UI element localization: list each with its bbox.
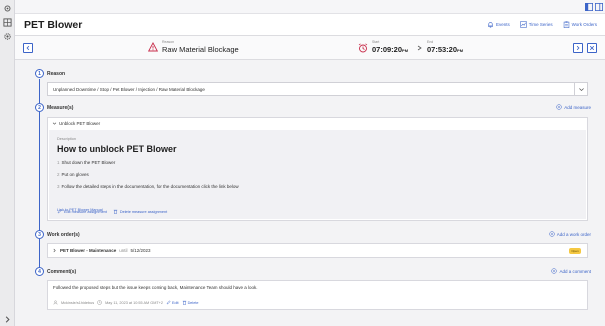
- add-comment-button[interactable]: Add a comment: [551, 268, 591, 274]
- measure-title: Unblock PET Blower: [59, 121, 101, 126]
- alarm-icon: [358, 42, 368, 53]
- description-caption: Description: [57, 137, 76, 141]
- pencil-icon: [166, 300, 171, 305]
- measure-toggle[interactable]: Unblock PET Blower: [52, 121, 100, 126]
- status-badge: Open: [569, 248, 581, 254]
- plus-circle-icon: [551, 268, 558, 274]
- event-strip: Reason Raw Material Blockage Start 07:09…: [15, 36, 605, 60]
- event-end: End 07:53:20PM: [417, 40, 463, 55]
- previous-button[interactable]: [23, 43, 33, 53]
- event-start: Start 07:09:20PM: [358, 40, 408, 55]
- gear-icon[interactable]: [3, 4, 12, 13]
- panel-icon[interactable]: [585, 3, 593, 11]
- events-link[interactable]: Events: [487, 21, 510, 28]
- description-step: 2 Put on gloves: [57, 172, 89, 177]
- plus-circle-icon: [556, 104, 562, 110]
- comment-author: Mckinsle/s1hidebus: [61, 300, 95, 305]
- comment-text: Followed the proposed steps but the issu…: [53, 285, 258, 290]
- work-orders-link-label: Work Orders: [571, 22, 597, 27]
- delete-comment-button[interactable]: Delete: [182, 300, 199, 305]
- add-work-order-button[interactable]: Add a work order: [549, 231, 591, 237]
- measures-section-title: Measure(s): [47, 105, 74, 111]
- step-1-indicator: 1: [35, 69, 44, 78]
- add-work-order-label: Add a work order: [556, 231, 591, 237]
- description-title: How to unblock PET Blower: [57, 144, 177, 154]
- events-link-label: Events: [495, 22, 510, 27]
- measure-actions: Edit measure assignment Delete measure a…: [57, 209, 167, 214]
- split-view-icon[interactable]: [595, 3, 603, 11]
- warning-icon: [148, 42, 158, 52]
- start-time: 07:09:20PM: [372, 45, 409, 54]
- work-order-date: 5/12/2023: [130, 248, 151, 253]
- settings-icon[interactable]: [3, 32, 12, 41]
- clock-icon: [97, 300, 102, 305]
- step-connector: [39, 79, 40, 103]
- clipboard-icon: [563, 21, 569, 28]
- measure-card: Unblock PET Blower Description How to un…: [47, 117, 588, 221]
- left-rail: [0, 0, 15, 326]
- time-series-link[interactable]: Time Series: [520, 21, 553, 28]
- close-button[interactable]: [587, 43, 597, 53]
- step-3-indicator: 3: [35, 230, 44, 239]
- expand-icon[interactable]: [3, 315, 12, 324]
- plus-circle-icon: [549, 231, 555, 237]
- comment-meta: Mckinsle/s1hidebus May 11, 2023 at 10:55…: [53, 300, 199, 305]
- step-4-indicator: 4: [35, 267, 44, 276]
- chevron-down-icon: [52, 122, 57, 125]
- page-header: PET Blower Events Time Series Work Order…: [15, 14, 605, 36]
- event-reason: Reason Raw Material Blockage: [148, 40, 239, 54]
- work-orders-link[interactable]: Work Orders: [563, 21, 597, 28]
- work-order-until: until: [119, 248, 128, 253]
- arrow-right-icon: [417, 43, 423, 53]
- top-bar: [15, 0, 605, 14]
- comment-card: Followed the proposed steps but the issu…: [47, 280, 588, 310]
- delete-measure-button[interactable]: Delete measure assignment: [113, 209, 167, 214]
- work-order-row[interactable]: PET Blower - Maintenance until 5/12/2023…: [47, 243, 588, 258]
- time-series-link-label: Time Series: [528, 22, 553, 27]
- work-order-title: PET Blower - Maintenance: [60, 248, 117, 253]
- trash-icon: [113, 209, 118, 214]
- chevron-right-icon: [53, 248, 56, 253]
- header-links: Events Time Series Work Orders: [487, 21, 597, 28]
- event-reason-value: Raw Material Blockage: [162, 45, 239, 54]
- close-icon: [589, 45, 595, 51]
- pencil-icon: [57, 209, 62, 214]
- user-icon: [53, 300, 58, 305]
- trash-icon: [182, 300, 186, 305]
- comments-section-title: Comment(s): [47, 269, 77, 275]
- end-time: 07:53:20PM: [427, 45, 464, 54]
- page-title: PET Blower: [24, 19, 83, 31]
- chevron-left-icon: [26, 45, 30, 51]
- chevron-down-icon[interactable]: [574, 83, 587, 95]
- add-measure-label: Add measure: [564, 104, 591, 110]
- step-connector: [39, 239, 40, 268]
- description-step: 3 Follow the detailed steps in the docume…: [57, 184, 239, 189]
- bell-icon: [488, 22, 493, 28]
- grid-icon[interactable]: [3, 18, 12, 27]
- add-measure-button[interactable]: Add measure: [556, 104, 591, 110]
- work-orders-section-title: Work order(s): [47, 232, 80, 238]
- reason-section-title: Reason: [47, 71, 66, 77]
- step-connector: [39, 112, 40, 231]
- chart-icon: [520, 21, 527, 28]
- measure-description: Description How to unblock PET Blower 1S…: [49, 130, 586, 219]
- step-2-indicator: 2: [35, 103, 44, 112]
- edit-comment-button[interactable]: Edit: [166, 300, 179, 305]
- edit-measure-button[interactable]: Edit measure assignment: [57, 209, 107, 214]
- add-comment-label: Add a comment: [559, 268, 591, 274]
- next-button[interactable]: [573, 43, 583, 53]
- reason-select[interactable]: Unplanned Downtime / Stop / Pet Blower /…: [47, 82, 588, 96]
- description-step: 1 Shut down the PET Blower: [57, 160, 116, 165]
- reason-select-value: Unplanned Downtime / Stop / Pet Blower /…: [53, 87, 205, 92]
- chevron-right-icon: [576, 45, 580, 51]
- comment-timestamp: May 11, 2023 at 10:55 AM GMT+2: [105, 300, 164, 305]
